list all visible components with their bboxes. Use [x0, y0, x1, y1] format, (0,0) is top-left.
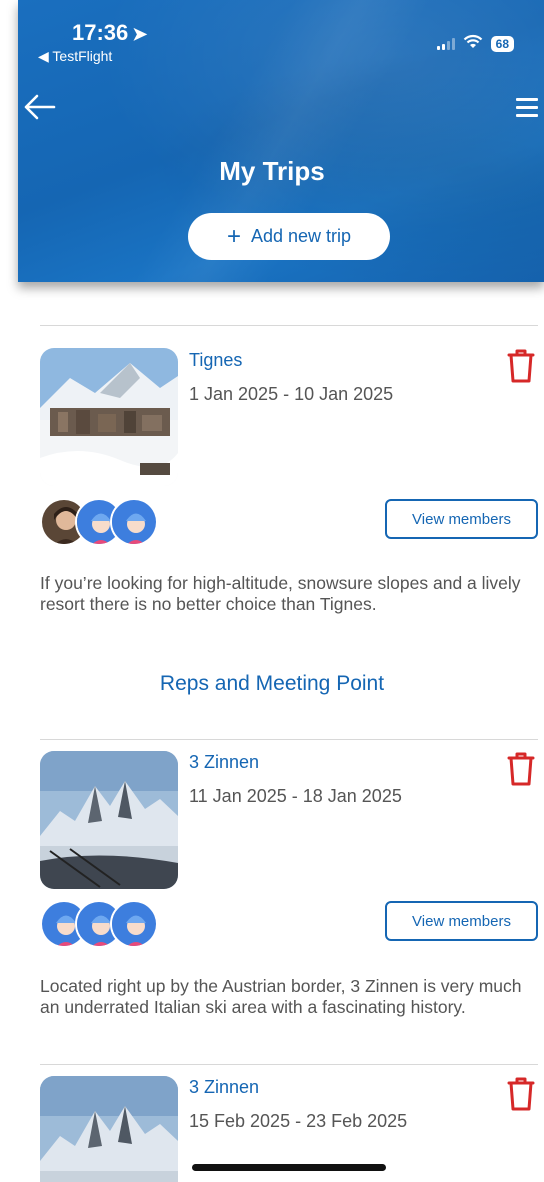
view-members-button[interactable]: View members — [385, 499, 538, 539]
back-to-testflight[interactable]: ◀ TestFlight — [38, 48, 112, 65]
trip-dates: 11 Jan 2025 - 18 Jan 2025 — [189, 786, 402, 806]
location-arrow-icon: ➤ — [132, 24, 148, 44]
back-arrow-icon[interactable] — [22, 92, 56, 122]
status-indicators: 68 — [436, 34, 514, 54]
home-indicator[interactable] — [192, 1164, 386, 1171]
hamburger-menu-icon[interactable] — [516, 98, 538, 118]
default-avatar-icon — [110, 498, 158, 546]
divider — [40, 739, 538, 740]
trip-description: Located right up by the Austrian border,… — [40, 976, 522, 1017]
reps-and-meeting-point-link[interactable]: Reps and Meeting Point — [0, 672, 544, 696]
trip-name[interactable]: 3 Zinnen — [189, 752, 259, 773]
member-avatars[interactable] — [40, 900, 200, 950]
trash-icon[interactable] — [506, 751, 536, 787]
trip-image-3-zinnen[interactable] — [40, 751, 178, 889]
cellular-signal-icon — [436, 38, 455, 50]
trip-image-tignes[interactable] — [40, 348, 178, 486]
member-avatars[interactable] — [40, 498, 200, 548]
add-trip-button[interactable]: + Add new trip — [188, 213, 390, 260]
page-title: My Trips — [219, 156, 325, 186]
status-time: 17:36 ➤ — [72, 20, 147, 46]
trip-name[interactable]: Tignes — [189, 350, 242, 371]
add-trip-label: Add new trip — [250, 226, 352, 246]
trip-dates: 15 Feb 2025 - 23 Feb 2025 — [189, 1111, 408, 1131]
view-members-button[interactable]: View members — [385, 901, 538, 941]
wifi-icon — [463, 34, 483, 54]
trash-icon[interactable] — [506, 1076, 536, 1112]
trip-name[interactable]: 3 Zinnen — [189, 1077, 259, 1098]
trip-description: If you’re looking for high-altitude, sno… — [40, 573, 521, 614]
trash-icon[interactable] — [506, 348, 536, 384]
default-avatar-icon — [110, 900, 158, 948]
divider — [40, 1064, 538, 1065]
divider — [40, 325, 538, 326]
plus-icon: + — [226, 222, 241, 250]
battery-icon: 68 — [490, 36, 514, 52]
trip-dates: 1 Jan 2025 - 10 Jan 2025 — [189, 384, 394, 404]
status-time-text: 17:36 — [72, 20, 129, 45]
trip-image-3-zinnen[interactable] — [40, 1076, 178, 1182]
